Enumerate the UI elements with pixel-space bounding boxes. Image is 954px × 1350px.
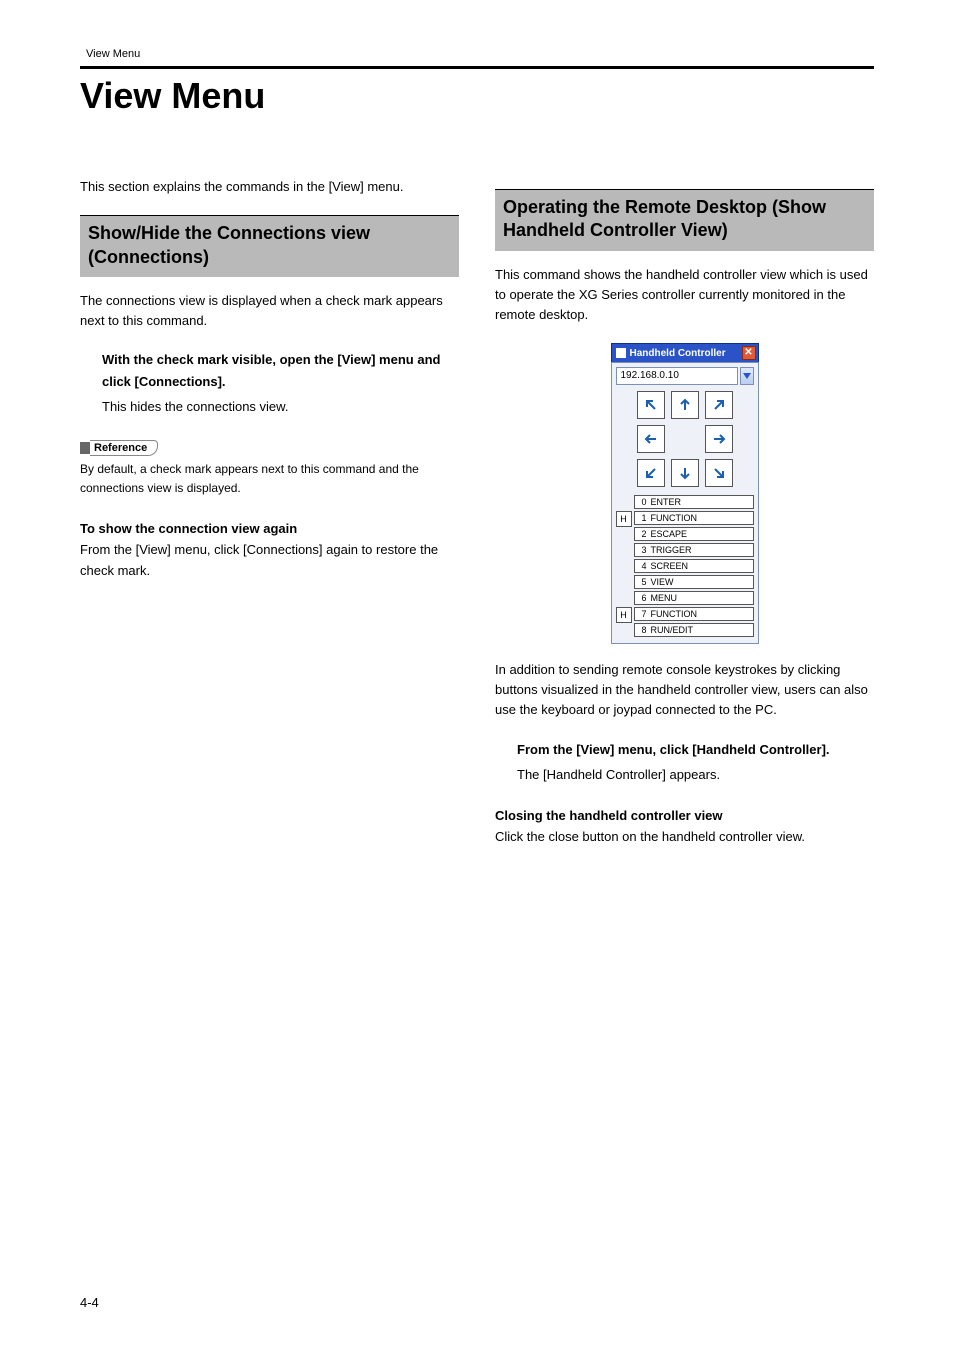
- handheld-menu-item[interactable]: 8 RUN/EDIT: [634, 623, 754, 637]
- section-body-remote: This command shows the handheld controll…: [495, 265, 874, 325]
- menu-item-label: TRIGGER: [651, 545, 692, 555]
- menu-item-number: 6: [639, 593, 647, 603]
- rule-top: [80, 66, 874, 69]
- page-number: 4-4: [80, 1295, 99, 1310]
- menu-item-number: 2: [639, 529, 647, 539]
- menu-item-number: 4: [639, 561, 647, 571]
- arrow-up-icon: [678, 398, 692, 412]
- reference-body: By default, a check mark appears next to…: [80, 460, 459, 497]
- dpad-down-right[interactable]: [705, 459, 733, 487]
- dpad-down-left[interactable]: [637, 459, 665, 487]
- menu-item-number: 8: [639, 625, 647, 635]
- arrow-right-icon: [712, 432, 726, 446]
- dpad: [616, 391, 754, 487]
- after-figure-text: In addition to sending remote console ke…: [495, 660, 874, 720]
- subheading-show-again: To show the connection view again: [80, 521, 459, 536]
- handheld-menu-item[interactable]: 1 FUNCTION: [634, 511, 754, 525]
- arrow-left-icon: [644, 432, 658, 446]
- h-badge: H: [616, 607, 632, 623]
- dpad-up-right[interactable]: [705, 391, 733, 419]
- step-body: This hides the connections view.: [102, 397, 459, 418]
- menu-item-label: ENTER: [651, 497, 682, 507]
- running-head: View Menu: [80, 48, 874, 60]
- handheld-titlebar: Handheld Controller ✕: [611, 343, 759, 362]
- handheld-menu-item[interactable]: 5 VIEW: [634, 575, 754, 589]
- handheld-menu-item[interactable]: 4 SCREEN: [634, 559, 754, 573]
- section-body: The connections view is displayed when a…: [80, 291, 459, 331]
- section-heading-text: Operating the Remote Desktop (Show Handh…: [503, 196, 866, 243]
- handheld-menu-list: 0ENTER1FUNCTIONH2ESCAPE3TRIGGER4SCREEN5V…: [634, 495, 754, 637]
- dpad-up[interactable]: [671, 391, 699, 419]
- subbody-show-again: From the [View] menu, click [Connections…: [80, 540, 459, 580]
- subbody-closing: Click the close button on the handheld c…: [495, 827, 874, 847]
- left-column: This section explains the commands in th…: [80, 177, 459, 867]
- menu-item-number: 5: [639, 577, 647, 587]
- intro-text: This section explains the commands in th…: [80, 177, 459, 197]
- dpad-up-left[interactable]: [637, 391, 665, 419]
- chevron-down-icon: [743, 373, 751, 379]
- h-badge: H: [616, 511, 632, 527]
- menu-item-label: FUNCTION: [651, 609, 698, 619]
- page-title: View Menu: [80, 75, 874, 117]
- subheading-closing: Closing the handheld controller view: [495, 808, 874, 823]
- handheld-body: 192.168.0.10: [611, 362, 759, 644]
- handheld-menu-item[interactable]: 7 FUNCTION: [634, 607, 754, 621]
- handheld-menu-item[interactable]: 0 ENTER: [634, 495, 754, 509]
- dpad-down[interactable]: [671, 459, 699, 487]
- ip-field[interactable]: 192.168.0.10: [616, 367, 738, 385]
- ip-dropdown-button[interactable]: [740, 367, 754, 385]
- step-title: With the check mark visible, open the [V…: [102, 349, 459, 393]
- step-body-right: The [Handheld Controller] appears.: [517, 765, 874, 786]
- handheld-title: Handheld Controller: [630, 348, 738, 359]
- menu-item-number: 3: [639, 545, 647, 555]
- handheld-menu-item[interactable]: 2 ESCAPE: [634, 527, 754, 541]
- step-title-right: From the [View] menu, click [Handheld Co…: [517, 739, 874, 761]
- menu-item-label: ESCAPE: [651, 529, 688, 539]
- reference-icon: [80, 442, 90, 454]
- menu-item-label: MENU: [651, 593, 678, 603]
- app-icon: [616, 348, 626, 358]
- arrow-up-right-icon: [712, 398, 726, 412]
- arrow-down-icon: [678, 466, 692, 480]
- right-column: Operating the Remote Desktop (Show Handh…: [495, 177, 874, 867]
- menu-item-label: VIEW: [651, 577, 674, 587]
- step-block: With the check mark visible, open the [V…: [102, 349, 459, 418]
- handheld-menu-item[interactable]: 3 TRIGGER: [634, 543, 754, 557]
- section-heading-text: Show/Hide the Connections view (Connecti…: [88, 222, 451, 269]
- dpad-center-blank: [671, 425, 699, 453]
- arrow-down-right-icon: [712, 466, 726, 480]
- arrow-down-left-icon: [644, 466, 658, 480]
- handheld-figure: Handheld Controller ✕ 192.168.0.10: [495, 343, 874, 644]
- dpad-right[interactable]: [705, 425, 733, 453]
- close-icon[interactable]: ✕: [742, 346, 756, 360]
- reference-tag: Reference: [80, 440, 158, 456]
- section-heading-remote: Operating the Remote Desktop (Show Handh…: [495, 189, 874, 251]
- dpad-left[interactable]: [637, 425, 665, 453]
- reference-label: Reference: [90, 440, 158, 456]
- menu-item-number: 0: [639, 497, 647, 507]
- menu-item-label: SCREEN: [651, 561, 689, 571]
- menu-item-number: 1: [639, 513, 647, 523]
- handheld-menu-item[interactable]: 6 MENU: [634, 591, 754, 605]
- step-block-right: From the [View] menu, click [Handheld Co…: [517, 739, 874, 786]
- menu-item-number: 7: [639, 609, 647, 619]
- section-heading-connections: Show/Hide the Connections view (Connecti…: [80, 215, 459, 277]
- arrow-up-left-icon: [644, 398, 658, 412]
- menu-item-label: RUN/EDIT: [651, 625, 694, 635]
- menu-item-label: FUNCTION: [651, 513, 698, 523]
